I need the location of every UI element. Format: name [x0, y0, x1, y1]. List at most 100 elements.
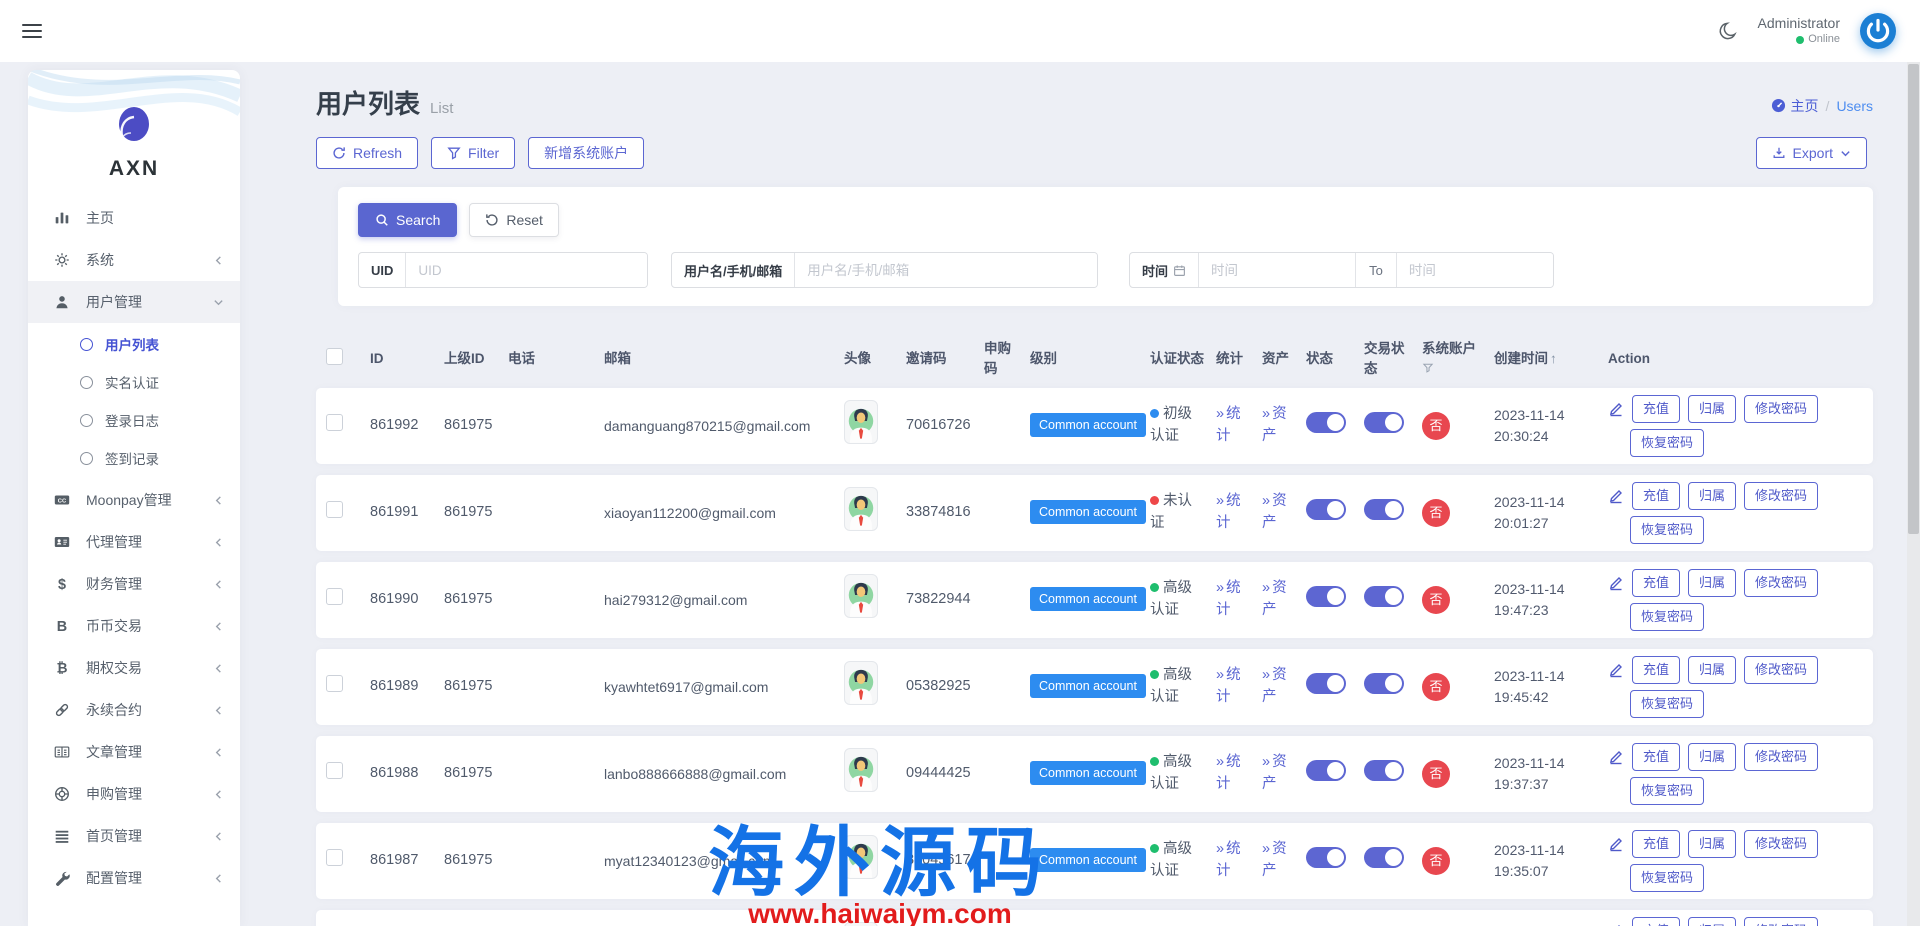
select-all-checkbox[interactable] [326, 348, 343, 365]
assets-link[interactable]: » 资产 [1262, 404, 1298, 448]
recharge-button[interactable]: 充值 [1632, 830, 1680, 858]
edit-pencil-icon[interactable] [1608, 836, 1624, 852]
assets-link[interactable]: » 资产 [1262, 665, 1298, 709]
belong-button[interactable]: 归属 [1688, 656, 1736, 684]
row-checkbox[interactable] [326, 762, 343, 779]
sidebar-item[interactable]: 主页 [28, 197, 240, 239]
row-checkbox[interactable] [326, 675, 343, 692]
edit-pencil-icon[interactable] [1608, 488, 1624, 504]
sidebar-item[interactable]: 用户管理 [28, 281, 240, 323]
search-button[interactable]: Search [358, 203, 457, 237]
sidebar-item[interactable]: B 币币交易 [28, 605, 240, 647]
status-toggle[interactable] [1306, 847, 1346, 868]
trade-status-toggle[interactable] [1364, 499, 1404, 520]
dark-mode-moon-icon[interactable] [1718, 20, 1740, 42]
sidebar-item[interactable]: 永续合约 [28, 689, 240, 731]
restore-password-button[interactable]: 恢复密码 [1630, 777, 1704, 805]
restore-password-button[interactable]: 恢复密码 [1630, 429, 1704, 457]
recharge-button[interactable]: 充值 [1632, 743, 1680, 771]
status-toggle[interactable] [1306, 673, 1346, 694]
sidebar-item[interactable]: 配置管理 [28, 857, 240, 899]
export-button[interactable]: Export [1756, 137, 1867, 169]
status-toggle[interactable] [1306, 586, 1346, 607]
reset-button[interactable]: Reset [469, 203, 559, 237]
sidebar-subitem[interactable]: 实名认证 [28, 363, 240, 401]
filter-button[interactable]: Filter [431, 137, 515, 169]
column-filter-funnel-icon[interactable] [1422, 360, 1494, 380]
recharge-button[interactable]: 充值 [1632, 395, 1680, 423]
scrollbar-thumb[interactable] [1908, 64, 1919, 534]
breadcrumb-home-link[interactable]: 主页 [1771, 96, 1819, 116]
sidebar-item[interactable]: 申购管理 [28, 773, 240, 815]
avatar[interactable] [844, 400, 878, 444]
change-password-button[interactable]: 修改密码 [1744, 743, 1818, 771]
edit-pencil-icon[interactable] [1608, 575, 1624, 591]
restore-password-button[interactable]: 恢复密码 [1630, 516, 1704, 544]
vertical-scrollbar[interactable] [1907, 62, 1920, 926]
assets-link[interactable]: » 资产 [1262, 578, 1298, 622]
uid-input[interactable] [406, 253, 647, 287]
change-password-button[interactable]: 修改密码 [1744, 482, 1818, 510]
hamburger-menu-icon[interactable] [22, 20, 42, 42]
belong-button[interactable]: 归属 [1688, 569, 1736, 597]
sidebar-item[interactable]: ₿ 期权交易 [28, 647, 240, 689]
recharge-button[interactable]: 充值 [1632, 917, 1680, 926]
add-system-account-button[interactable]: 新增系统账户 [528, 137, 644, 169]
refresh-button[interactable]: Refresh [316, 137, 418, 169]
avatar[interactable] [844, 835, 878, 879]
username-input[interactable] [795, 253, 1097, 287]
status-toggle[interactable] [1306, 412, 1346, 433]
change-password-button[interactable]: 修改密码 [1744, 395, 1818, 423]
assets-link[interactable]: » 资产 [1262, 491, 1298, 535]
trade-status-toggle[interactable] [1364, 673, 1404, 694]
recharge-button[interactable]: 充值 [1632, 656, 1680, 684]
sidebar-item[interactable]: $ 财务管理 [28, 563, 240, 605]
restore-password-button[interactable]: 恢复密码 [1630, 690, 1704, 718]
sidebar-item[interactable]: 文章管理 [28, 731, 240, 773]
trade-status-toggle[interactable] [1364, 847, 1404, 868]
change-password-button[interactable]: 修改密码 [1744, 656, 1818, 684]
avatar[interactable] [844, 487, 878, 531]
row-checkbox[interactable] [326, 501, 343, 518]
row-checkbox[interactable] [326, 414, 343, 431]
stats-link[interactable]: » 统计 [1216, 752, 1252, 796]
restore-password-button[interactable]: 恢复密码 [1630, 864, 1704, 892]
stats-link[interactable]: » 统计 [1216, 665, 1252, 709]
sidebar-subitem[interactable]: 签到记录 [28, 439, 240, 477]
status-toggle[interactable] [1306, 499, 1346, 520]
recharge-button[interactable]: 充值 [1632, 569, 1680, 597]
trade-status-toggle[interactable] [1364, 586, 1404, 607]
edit-pencil-icon[interactable] [1608, 401, 1624, 417]
belong-button[interactable]: 归属 [1688, 917, 1736, 926]
belong-button[interactable]: 归属 [1688, 482, 1736, 510]
change-password-button[interactable]: 修改密码 [1744, 830, 1818, 858]
sidebar-item[interactable]: 代理管理 [28, 521, 240, 563]
time-to-input[interactable] [1397, 253, 1553, 287]
sidebar-subitem[interactable]: 用户列表 [28, 325, 240, 363]
belong-button[interactable]: 归属 [1688, 830, 1736, 858]
stats-link[interactable]: » 统计 [1216, 578, 1252, 622]
status-toggle[interactable] [1306, 760, 1346, 781]
row-checkbox[interactable] [326, 588, 343, 605]
sidebar-item[interactable]: CC Moonpay管理 [28, 479, 240, 521]
change-password-button[interactable]: 修改密码 [1744, 917, 1818, 926]
avatar[interactable] [844, 922, 878, 926]
avatar[interactable] [844, 748, 878, 792]
stats-link[interactable]: » 统计 [1216, 491, 1252, 535]
sidebar-item[interactable]: 系统 [28, 239, 240, 281]
sidebar-item[interactable]: 首页管理 [28, 815, 240, 857]
stats-link[interactable]: » 统计 [1216, 839, 1252, 883]
breadcrumb-current[interactable]: Users [1836, 98, 1873, 114]
assets-link[interactable]: » 资产 [1262, 752, 1298, 796]
assets-link[interactable]: » 资产 [1262, 839, 1298, 883]
col-created[interactable]: 创建时间↑ [1494, 349, 1608, 369]
trade-status-toggle[interactable] [1364, 412, 1404, 433]
change-password-button[interactable]: 修改密码 [1744, 569, 1818, 597]
row-checkbox[interactable] [326, 849, 343, 866]
avatar[interactable] [844, 661, 878, 705]
restore-password-button[interactable]: 恢复密码 [1630, 603, 1704, 631]
belong-button[interactable]: 归属 [1688, 395, 1736, 423]
recharge-button[interactable]: 充值 [1632, 482, 1680, 510]
avatar[interactable] [844, 574, 878, 618]
belong-button[interactable]: 归属 [1688, 743, 1736, 771]
